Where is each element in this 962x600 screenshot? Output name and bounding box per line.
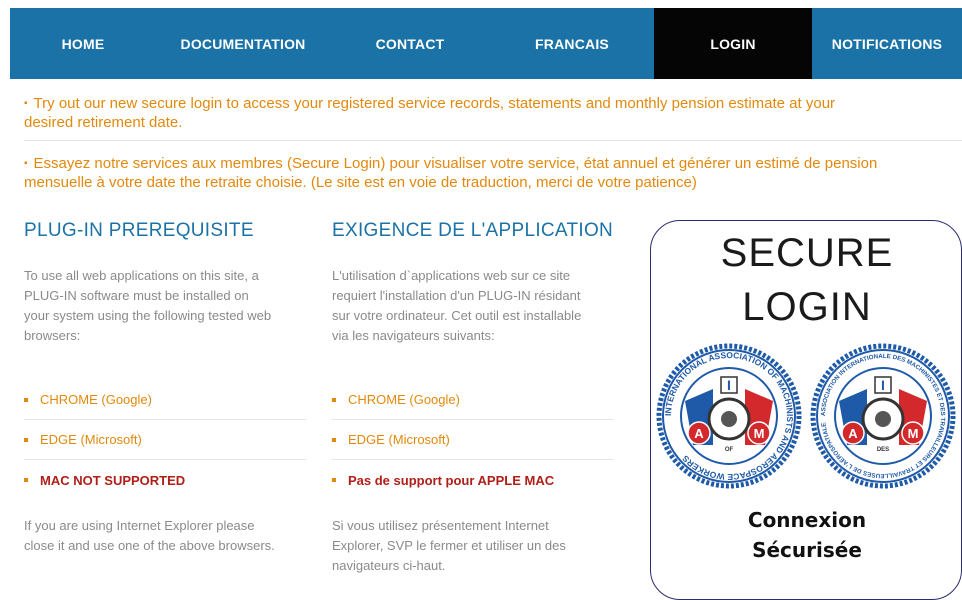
secure-login-button[interactable]: SECURE LOGIN INTERNATIONAL ASSOCIATION O… bbox=[650, 220, 962, 600]
nav-contact[interactable]: CONTACT bbox=[330, 8, 490, 79]
intro-line: via les navigateurs suivants: bbox=[332, 328, 495, 343]
login-title-line2: LOGIN bbox=[742, 285, 872, 329]
seal-left-of: OF bbox=[725, 447, 734, 453]
seal-right-letter-a: A bbox=[848, 426, 858, 441]
bullet-square bbox=[332, 478, 336, 482]
bullet-square bbox=[332, 397, 336, 402]
union-seals: INTERNATIONAL ASSOCIATION OF MACHINISTS … bbox=[656, 343, 956, 489]
outro-line: If you are using Internet Explorer pleas… bbox=[24, 518, 255, 533]
notice-english-line1: Try out our new secure login to access y… bbox=[33, 95, 836, 112]
bullet-square bbox=[24, 478, 28, 482]
list-item-edge[interactable]: EDGE (Microsoft) bbox=[332, 420, 614, 460]
seal-right-letter-i: I bbox=[881, 377, 885, 393]
list-item-label: CHROME (Google) bbox=[348, 392, 460, 407]
english-column: PLUG-IN PREREQUISITE To use all web appl… bbox=[24, 220, 314, 580]
intro-line: requiert l'installation d'un PLUG-IN rés… bbox=[332, 288, 581, 303]
nav-documentation[interactable]: DOCUMENTATION bbox=[156, 8, 330, 79]
notice-french-line1: Essayez notre services aux membres (Secu… bbox=[33, 155, 878, 172]
notice-bullet: ▪ bbox=[24, 158, 28, 169]
english-browser-list: CHROME (Google) EDGE (Microsoft) MAC NOT… bbox=[24, 380, 306, 500]
intro-line: PLUG-IN software must be installed on bbox=[24, 288, 249, 303]
french-column: EXIGENCE DE L'APPLICATION L'utilisation … bbox=[332, 220, 622, 580]
french-intro: L'utilisation d`applications web sur ce … bbox=[332, 266, 581, 346]
outro-line: navigateurs ci-haut. bbox=[332, 558, 446, 573]
intro-line: L'utilisation d`applications web sur ce … bbox=[332, 268, 571, 283]
outro-line: Si vous utilisez présentement Internet bbox=[332, 518, 549, 533]
nav-home[interactable]: HOME bbox=[10, 8, 156, 79]
notice-bullet: ▪ bbox=[24, 98, 28, 109]
seal-left-letter-a: A bbox=[694, 426, 704, 441]
french-browser-list: CHROME (Google) EDGE (Microsoft) Pas de … bbox=[332, 380, 614, 500]
intro-line: To use all web applications on this site… bbox=[24, 268, 259, 283]
divider bbox=[24, 140, 962, 141]
connexion-line1: Connexion bbox=[747, 508, 867, 532]
nav-francais[interactable]: FRANCAIS bbox=[490, 8, 654, 79]
list-item-label: EDGE (Microsoft) bbox=[40, 432, 142, 447]
seal-right-des: DES bbox=[877, 447, 889, 453]
list-item-label: CHROME (Google) bbox=[40, 392, 152, 407]
bullet-square bbox=[24, 437, 28, 442]
seal-right-icon: ASSOCIATION INTERNATIONALE DES MACHINIST… bbox=[810, 343, 956, 489]
nav-notifications[interactable]: NOTIFICATIONS bbox=[812, 8, 962, 79]
intro-line: sur votre ordinateur. Cet outil est inst… bbox=[332, 308, 582, 323]
list-item-chrome[interactable]: CHROME (Google) bbox=[24, 380, 306, 420]
list-item-edge[interactable]: EDGE (Microsoft) bbox=[24, 420, 306, 460]
list-item-label: Pas de support pour APPLE MAC bbox=[348, 472, 555, 488]
list-item-mac-warning: MAC NOT SUPPORTED bbox=[24, 460, 306, 500]
connexion-line2: Sécurisée bbox=[752, 538, 862, 562]
english-heading: PLUG-IN PREREQUISITE bbox=[24, 220, 254, 241]
english-outro: If you are using Internet Explorer pleas… bbox=[24, 516, 275, 556]
list-item-label: EDGE (Microsoft) bbox=[348, 432, 450, 447]
intro-line: your system using the following tested w… bbox=[24, 308, 272, 323]
list-item-label: MAC NOT SUPPORTED bbox=[40, 472, 186, 488]
bullet-square bbox=[332, 437, 336, 442]
seal-left-icon: INTERNATIONAL ASSOCIATION OF MACHINISTS … bbox=[656, 343, 802, 489]
seal-left-letter-i: I bbox=[727, 377, 731, 393]
french-heading: EXIGENCE DE L'APPLICATION bbox=[332, 220, 614, 241]
notice-english-line2: desired retirement date. bbox=[24, 114, 183, 131]
main-nav: HOME DOCUMENTATION CONTACT FRANCAIS LOGI… bbox=[10, 8, 962, 79]
bullet-square bbox=[24, 397, 28, 402]
notice-english: ▪ Try out our new secure login to access … bbox=[24, 94, 962, 132]
outro-line: close it and use one of the above browse… bbox=[24, 538, 275, 553]
outro-line: Explorer, SVP le fermer et utiliser un d… bbox=[332, 538, 566, 553]
notice-french: ▪ Essayez notre services aux membres (Sec… bbox=[24, 154, 962, 192]
seal-right-letter-m: M bbox=[908, 426, 919, 441]
login-title-line1: SECURE bbox=[720, 231, 894, 275]
french-outro: Si vous utilisez présentement Internet E… bbox=[332, 516, 566, 576]
list-item-chrome[interactable]: CHROME (Google) bbox=[332, 380, 614, 420]
list-item-mac-warning: Pas de support pour APPLE MAC bbox=[332, 460, 614, 500]
intro-line: browsers: bbox=[24, 328, 81, 343]
english-intro: To use all web applications on this site… bbox=[24, 266, 271, 346]
seal-left-letter-m: M bbox=[754, 426, 765, 441]
nav-login[interactable]: LOGIN bbox=[654, 8, 812, 79]
notice-french-line2: mensuelle à votre date the retraite choi… bbox=[24, 174, 697, 191]
